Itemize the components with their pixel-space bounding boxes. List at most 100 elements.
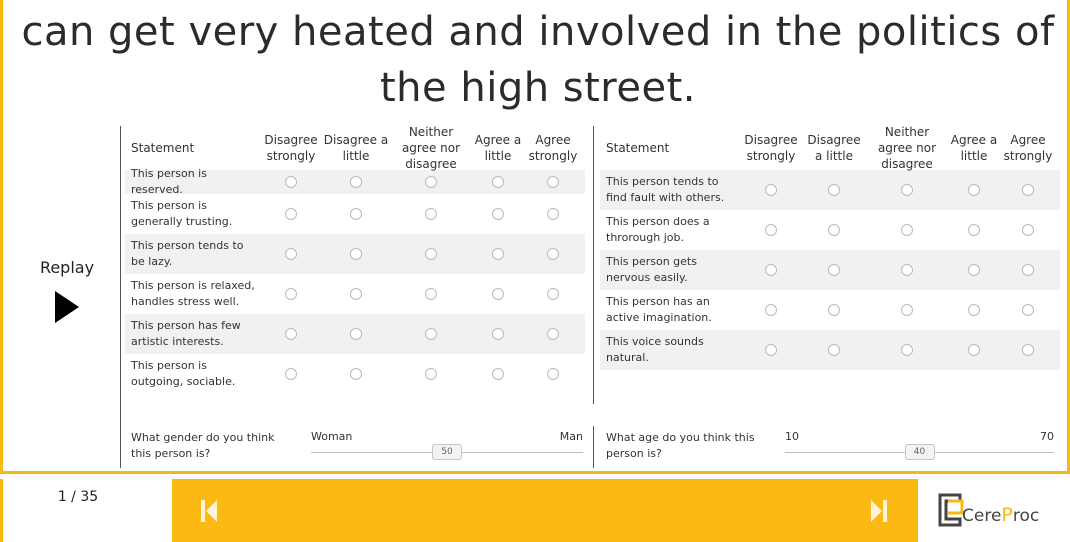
rating-radio[interactable] xyxy=(425,328,437,340)
rating-radio[interactable] xyxy=(425,176,437,188)
statement-text: This person tends to be lazy. xyxy=(131,239,244,268)
rating-cell xyxy=(322,288,390,300)
rating-radio[interactable] xyxy=(547,328,559,340)
rating-cell xyxy=(948,224,1000,236)
statement-text: This person is reserved. xyxy=(131,167,207,196)
rating-cell xyxy=(472,288,524,300)
rating-cell xyxy=(322,368,390,380)
rating-radio[interactable] xyxy=(425,368,437,380)
rating-cell xyxy=(524,288,582,300)
rating-radio[interactable] xyxy=(425,208,437,220)
rating-radio[interactable] xyxy=(765,184,777,196)
statement-text: This voice sounds natural. xyxy=(606,335,704,364)
rating-radio[interactable] xyxy=(350,248,362,260)
rating-radio[interactable] xyxy=(901,224,913,236)
rating-radio[interactable] xyxy=(492,176,504,188)
column-header-option: Neither agree nor disagree xyxy=(877,125,937,171)
rating-radio[interactable] xyxy=(285,208,297,220)
rating-radio[interactable] xyxy=(901,304,913,316)
rating-radio[interactable] xyxy=(968,184,980,196)
replay-control[interactable]: Replay xyxy=(27,258,107,323)
rating-radio[interactable] xyxy=(285,176,297,188)
rating-cell xyxy=(390,368,472,380)
stimulus-frame: can get very heated and involved in the … xyxy=(0,0,1070,474)
rating-radio[interactable] xyxy=(901,264,913,276)
rating-cell xyxy=(260,288,322,300)
rating-radio[interactable] xyxy=(492,288,504,300)
rating-cell xyxy=(390,208,472,220)
rating-radio[interactable] xyxy=(492,208,504,220)
rating-cell xyxy=(866,224,948,236)
rating-cell xyxy=(322,248,390,260)
rating-radio[interactable] xyxy=(350,208,362,220)
rating-radio[interactable] xyxy=(765,224,777,236)
rating-radio[interactable] xyxy=(492,248,504,260)
rating-radio[interactable] xyxy=(547,288,559,300)
rating-radio[interactable] xyxy=(492,368,504,380)
rating-cell xyxy=(472,248,524,260)
rating-radio[interactable] xyxy=(968,224,980,236)
rating-radio[interactable] xyxy=(828,224,840,236)
rating-radio[interactable] xyxy=(765,264,777,276)
rating-cell xyxy=(802,344,866,356)
rating-radio[interactable] xyxy=(901,344,913,356)
rating-radio[interactable] xyxy=(547,208,559,220)
rating-cell xyxy=(322,176,390,188)
cereproc-logo: CereProc xyxy=(918,479,1070,542)
column-header-option: Agree strongly xyxy=(1003,133,1053,163)
rating-radio[interactable] xyxy=(425,288,437,300)
rating-cell xyxy=(740,344,802,356)
age-slider-handle[interactable]: 40 xyxy=(904,444,935,460)
rating-radio[interactable] xyxy=(1022,224,1034,236)
rating-radio[interactable] xyxy=(968,264,980,276)
rating-radio[interactable] xyxy=(1022,264,1034,276)
rating-radio[interactable] xyxy=(1022,184,1034,196)
table-row: This person gets nervous easily. xyxy=(600,250,1060,290)
rating-radio[interactable] xyxy=(1022,344,1034,356)
rating-cell xyxy=(524,176,582,188)
rating-cell xyxy=(472,368,524,380)
rating-radio[interactable] xyxy=(547,176,559,188)
rating-radio[interactable] xyxy=(425,248,437,260)
table-row: This person has few artistic interests. xyxy=(125,314,585,354)
rating-radio[interactable] xyxy=(350,328,362,340)
rating-radio[interactable] xyxy=(828,184,840,196)
play-icon[interactable] xyxy=(55,291,79,323)
rating-radio[interactable] xyxy=(285,288,297,300)
rating-radio[interactable] xyxy=(285,368,297,380)
rating-cell xyxy=(1000,304,1056,316)
rating-cell xyxy=(260,248,322,260)
age-slider: What age do you think this person is? 10… xyxy=(606,430,1056,466)
rating-cell xyxy=(260,328,322,340)
rating-radio[interactable] xyxy=(1022,304,1034,316)
rating-radio[interactable] xyxy=(765,304,777,316)
gender-slider-handle[interactable]: 50 xyxy=(432,444,462,460)
rating-radio[interactable] xyxy=(350,368,362,380)
rating-radio[interactable] xyxy=(828,304,840,316)
rating-radio[interactable] xyxy=(828,344,840,356)
rating-radio[interactable] xyxy=(350,288,362,300)
rating-radio[interactable] xyxy=(968,344,980,356)
rating-radio[interactable] xyxy=(350,176,362,188)
rating-radio[interactable] xyxy=(492,328,504,340)
rating-cell xyxy=(390,248,472,260)
rating-radio[interactable] xyxy=(968,304,980,316)
rating-cell xyxy=(948,344,1000,356)
skip-to-last-icon[interactable] xyxy=(870,499,888,523)
rating-cell xyxy=(1000,264,1056,276)
skip-to-first-icon[interactable] xyxy=(200,499,218,523)
grid-header: Statement Disagree strongly Disagree a lit… xyxy=(125,125,585,171)
rating-radio[interactable] xyxy=(547,368,559,380)
rating-cell xyxy=(322,328,390,340)
rating-cell xyxy=(472,208,524,220)
rating-radio[interactable] xyxy=(547,248,559,260)
rating-radio[interactable] xyxy=(765,344,777,356)
rating-radio[interactable] xyxy=(285,328,297,340)
rating-cell xyxy=(260,368,322,380)
column-header-option: Agree a little xyxy=(474,133,522,163)
rating-radio[interactable] xyxy=(285,248,297,260)
statement-text: This person is relaxed, handles stress w… xyxy=(131,279,255,308)
rating-cell xyxy=(802,224,866,236)
rating-radio[interactable] xyxy=(828,264,840,276)
rating-radio[interactable] xyxy=(901,184,913,196)
